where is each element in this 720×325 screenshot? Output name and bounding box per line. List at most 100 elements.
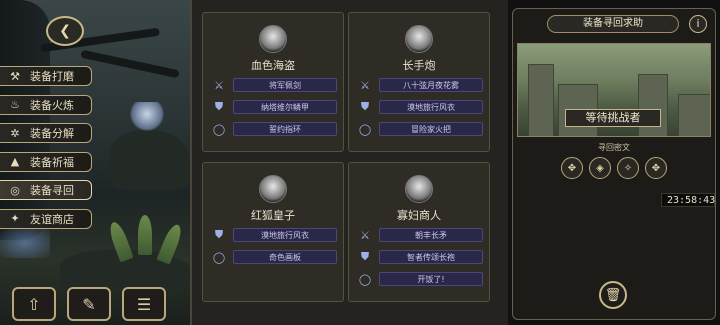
- equipment-name: 将军佩剑: [233, 78, 337, 92]
- equipment-item[interactable]: ◯ 开饭了!: [357, 271, 483, 287]
- cipher-slot[interactable]: ✥: [645, 157, 667, 179]
- ruin-pillar: [678, 94, 710, 136]
- armor-icon: ⛊: [214, 100, 224, 113]
- list-icon: ☰: [136, 294, 152, 314]
- spiral-icon: ◎: [10, 183, 20, 197]
- equipment-item[interactable]: ⚔ 八十弦月夜花雾: [357, 77, 483, 93]
- sword-icon: ⚔: [214, 78, 224, 92]
- equipment-item[interactable]: ⛊ 纳塔维尔鳞甲: [211, 99, 337, 115]
- equipment-name: 漠地旅行风衣: [233, 228, 337, 242]
- owner-name: 红狐皇子: [251, 209, 295, 222]
- menu-item-label: 装备打磨: [30, 70, 74, 83]
- upload-button[interactable]: ⇧: [12, 287, 56, 321]
- menu-item-label: 友谊商店: [30, 212, 74, 226]
- owner-card[interactable]: 红狐皇子 ⛊ 漠地旅行风衣 ◯ 奇色画板: [202, 162, 344, 302]
- menu-item-0[interactable]: ⚒ 装备打磨: [0, 66, 92, 86]
- equipment-name: 誓约指环: [233, 122, 337, 136]
- tree-branch: [80, 49, 180, 79]
- equipment-owners-panel: 血色海盗 ⚔ 将军佩剑 ⛊ 纳塔维尔鳞甲 ◯ 誓约指环 长手炮 ⚔ 八十弦月夜花…: [190, 0, 508, 325]
- equipment-item[interactable]: ◯ 冒险家火把: [357, 121, 483, 137]
- ring-icon: ◯: [358, 272, 372, 286]
- side-menu: ⚒ 装备打磨 ♨ 装备火炼 ✲ 装备分解 ▲ 装备祈福 ◎ 装备寻回 ✦ 友谊商店: [0, 66, 92, 237]
- countdown-timer: 23:58:43: [661, 193, 715, 207]
- owner-name: 寡妇商人: [397, 209, 441, 222]
- info-button[interactable]: i: [689, 15, 707, 33]
- equipment-name: 纳塔维尔鳞甲: [233, 100, 337, 114]
- equipment-item[interactable]: ◯ 誓约指环: [211, 121, 337, 137]
- ring-icon: ◯: [212, 250, 226, 264]
- recovery-request-panel: 装备寻回求助 i 等待挑战者 寻回密文 ✥ ◈ ✧ ✥ 23:58:43 🗑: [512, 8, 716, 320]
- owner-card[interactable]: 血色海盗 ⚔ 将军佩剑 ⛊ 纳塔维尔鳞甲 ◯ 誓约指环: [202, 12, 344, 152]
- equipment-name: 智者传颂长袍: [379, 250, 483, 264]
- menu-item-label: 装备寻回: [30, 184, 74, 197]
- equipment-name: 冒险家火把: [379, 122, 483, 136]
- equipment-item[interactable]: ◯ 奇色画板: [211, 249, 337, 265]
- owner-name: 长手炮: [402, 59, 436, 72]
- robe-icon: ⛊: [360, 250, 370, 263]
- widow-merchant-portrait: [405, 175, 433, 203]
- equipment-item[interactable]: ⛊ 漠地旅行风衣: [211, 227, 337, 243]
- ruin-pillar: [638, 74, 668, 136]
- owner-card[interactable]: 长手炮 ⚔ 八十弦月夜花雾 ⛊ 漠地旅行风衣 ◯ 冒险家火把: [348, 12, 490, 152]
- equipment-name: 八十弦月夜花雾: [379, 78, 483, 92]
- rock: [110, 130, 190, 190]
- list-button[interactable]: ☰: [122, 287, 166, 321]
- fox-prince-portrait: [259, 175, 287, 203]
- flame-icon: ♨: [10, 98, 20, 111]
- menu-item-2[interactable]: ✲ 装备分解: [0, 123, 92, 143]
- cipher-slot[interactable]: ✥: [561, 157, 583, 179]
- equipment-item[interactable]: ⛊ 漠地旅行风衣: [357, 99, 483, 115]
- plant: [156, 222, 185, 265]
- equipment-name: 奇色画板: [233, 250, 337, 264]
- cloak-icon: ⛊: [360, 100, 370, 113]
- ruin-pillar: [528, 64, 554, 136]
- gear-break-icon: ✲: [10, 126, 20, 140]
- spear-icon: ⚔: [360, 228, 370, 242]
- altar-icon: ▲: [10, 155, 20, 168]
- menu-item-label: 装备分解: [30, 127, 74, 140]
- cloak-icon: ⛊: [214, 228, 224, 241]
- cipher-slot[interactable]: ✧: [617, 157, 639, 179]
- owner-name: 血色海盗: [251, 59, 295, 72]
- timer-value: 23:58:43: [667, 194, 716, 206]
- equipment-item[interactable]: ⚔ 朝丰长矛: [357, 227, 483, 243]
- hero-character: [130, 102, 164, 132]
- trash-icon: 🗑: [604, 287, 622, 303]
- cipher-rune-1-icon: ✥: [567, 162, 577, 174]
- cannon-portrait: [405, 25, 433, 53]
- owner-card[interactable]: 寡妇商人 ⚔ 朝丰长矛 ⛊ 智者传颂长袍 ◯ 开饭了!: [348, 162, 490, 302]
- collapse-button[interactable]: ❮: [46, 16, 84, 46]
- info-icon: i: [696, 17, 700, 30]
- cipher-rune-2-icon: ◈: [596, 162, 604, 174]
- chevron-left-icon: ❮: [59, 23, 71, 39]
- equipment-name: 朝丰长矛: [379, 228, 483, 242]
- cipher-rune-4-icon: ✥: [651, 162, 661, 174]
- menu-item-4[interactable]: ◎ 装备寻回: [0, 180, 92, 200]
- feather-icon: ✎: [82, 294, 96, 314]
- equipment-item[interactable]: ⛊ 智者传颂长袍: [357, 249, 483, 265]
- cipher-rune-3-icon: ✧: [623, 162, 633, 174]
- menu-item-3[interactable]: ▲ 装备祈福: [0, 151, 92, 172]
- hammer-icon: ⚒: [10, 69, 20, 83]
- upload-icon: ⇧: [27, 294, 41, 314]
- cipher-row: ✥ ◈ ✧ ✥: [561, 157, 667, 179]
- ring-icon: ◯: [212, 122, 226, 136]
- torch-icon: ◯: [358, 122, 372, 136]
- equipment-item[interactable]: ⚔ 将军佩剑: [211, 77, 337, 93]
- cipher-label: 寻回密文: [598, 143, 630, 152]
- cancel-request-button[interactable]: 🗑: [599, 281, 627, 309]
- panel-title: 装备寻回求助: [547, 15, 679, 33]
- menu-item-5[interactable]: ✦ 友谊商店: [0, 208, 92, 229]
- menu-item-1[interactable]: ♨ 装备火炼: [0, 94, 92, 115]
- fox-icon: ✦: [10, 212, 20, 225]
- feather-button[interactable]: ✎: [67, 287, 111, 321]
- equipment-name: 开饭了!: [379, 272, 483, 286]
- menu-item-label: 装备火炼: [30, 98, 74, 112]
- menu-item-label: 装备祈福: [30, 155, 74, 169]
- plant: [138, 215, 152, 255]
- status-label: 等待挑战者: [565, 109, 661, 127]
- blade-icon: ⚔: [360, 78, 370, 92]
- equipment-name: 漠地旅行风衣: [379, 100, 483, 114]
- cipher-slot[interactable]: ◈: [589, 157, 611, 179]
- pirate-portrait: [259, 25, 287, 53]
